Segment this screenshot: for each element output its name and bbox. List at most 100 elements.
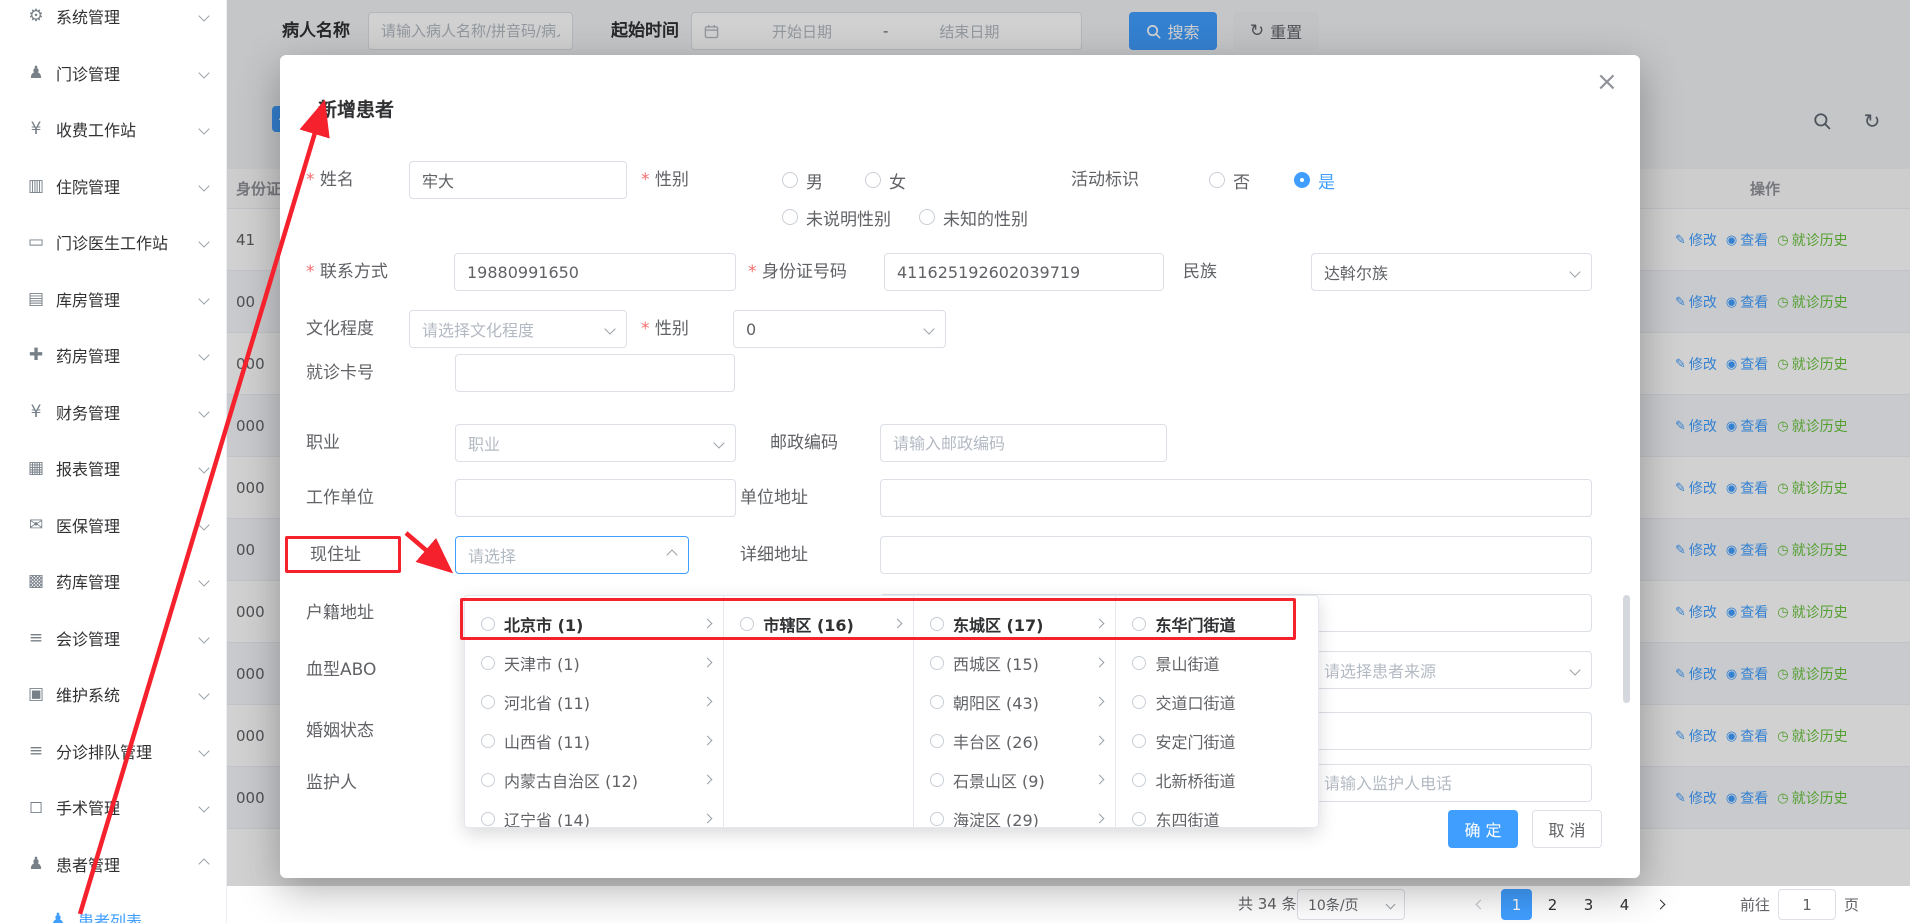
- page-button-3[interactable]: 3: [1573, 889, 1604, 920]
- gender-radio-male[interactable]: 男: [782, 168, 823, 193]
- sidebar-item-charging-workstation[interactable]: ¥收费工作站: [0, 101, 226, 158]
- gender-code-select[interactable]: 0: [733, 310, 946, 348]
- sidebar-item-patient-management[interactable]: ♟患者管理: [0, 836, 226, 893]
- chevron-down-icon: [198, 463, 209, 474]
- goto-page-input[interactable]: [1778, 889, 1836, 920]
- chevron-right-icon: [893, 619, 903, 629]
- radio-icon: [782, 209, 798, 225]
- cascader-option[interactable]: 河北省 (11): [465, 682, 723, 721]
- cascader-option[interactable]: 市辖区 (16): [724, 604, 913, 643]
- modal-scrollbar[interactable]: [1623, 595, 1630, 703]
- chevron-right-icon: [1095, 814, 1105, 824]
- sidebar-item-label: 住院管理: [56, 174, 200, 198]
- next-page-button[interactable]: [1645, 889, 1676, 920]
- sidebar-item-medical-insurance-management[interactable]: ✉医保管理: [0, 497, 226, 554]
- work-unit-input[interactable]: [455, 479, 736, 517]
- gender-code-label: 性别: [641, 310, 689, 348]
- cancel-button[interactable]: 取 消: [1532, 810, 1602, 848]
- sidebar-item-label: 门诊医生工作站: [56, 230, 200, 254]
- cascader-option[interactable]: 西城区 (15): [914, 643, 1116, 682]
- sidebar-item-inpatient-management[interactable]: ▥ 住院管理: [0, 158, 226, 215]
- sidebar-item-surgery-management[interactable]: ◻手术管理: [0, 779, 226, 836]
- sidebar-item-report-management[interactable]: ▦报表管理: [0, 440, 226, 497]
- gender-radio-female[interactable]: 女: [865, 168, 906, 193]
- chevron-down-icon: [198, 406, 209, 417]
- cascader-option[interactable]: 辽宁省 (14): [465, 799, 723, 827]
- gender-radio-unknown[interactable]: 未知的性别: [919, 205, 1028, 230]
- sidebar-item-maintenance-system[interactable]: ▣维护系统: [0, 666, 226, 723]
- sidebar-item-outpatient-management[interactable]: ♟门诊管理: [0, 45, 226, 102]
- occupation-select[interactable]: 职业: [455, 424, 736, 462]
- page-button-4[interactable]: 4: [1609, 889, 1640, 920]
- cascader-option[interactable]: 山西省 (11): [465, 721, 723, 760]
- add-patient-modal: 新增患者 × 姓名 性别 男 女 活动标识 否 是 未说明性别 未知的性别 联系…: [280, 55, 1640, 878]
- cascader-option[interactable]: 东华门街道: [1116, 604, 1318, 643]
- sidebar-item-pharmacy-management[interactable]: ✚药房管理: [0, 327, 226, 384]
- cascader-option[interactable]: 丰台区 (26): [914, 721, 1116, 760]
- detail-address-input[interactable]: [880, 536, 1592, 574]
- radio-icon: [930, 695, 944, 709]
- chevron-left-icon: [1476, 900, 1486, 910]
- name-input[interactable]: [409, 161, 627, 199]
- radio-icon: [930, 617, 944, 631]
- cascader-option[interactable]: 石景山区 (9): [914, 760, 1116, 799]
- active-flag-radio-no[interactable]: 否: [1209, 168, 1250, 193]
- cascader-option[interactable]: 内蒙古自治区 (12): [465, 760, 723, 799]
- mail-icon: ✉: [24, 515, 48, 535]
- cascader-option[interactable]: 天津市 (1): [465, 643, 723, 682]
- radio-icon: [740, 617, 754, 631]
- sidebar-item-warehouse-management[interactable]: ▤库房管理: [0, 271, 226, 328]
- postcode-input[interactable]: [880, 424, 1167, 462]
- cascader-option[interactable]: 海淀区 (29): [914, 799, 1116, 827]
- current-address-placeholder: 请选择: [468, 543, 668, 567]
- goto-label: 前往: [1740, 894, 1770, 915]
- current-address-cascader[interactable]: 请选择: [455, 536, 689, 574]
- sidebar-item-label: 收费工作站: [56, 117, 200, 141]
- chevron-right-icon: [1095, 697, 1105, 707]
- patient-source-select[interactable]: 请选择患者来源: [1311, 651, 1592, 689]
- page-size-value: 10条/页: [1308, 895, 1387, 915]
- radio-icon: [930, 773, 944, 787]
- guardian-phone-input[interactable]: [1311, 764, 1592, 802]
- sidebar-item-consultation-management[interactable]: ≡会诊管理: [0, 610, 226, 667]
- prev-page-button[interactable]: [1465, 889, 1496, 920]
- active-flag-radio-yes[interactable]: 是: [1294, 168, 1335, 193]
- cascader-option[interactable]: 北京市 (1): [465, 604, 723, 643]
- visit-card-input[interactable]: [455, 354, 735, 392]
- page-button-2[interactable]: 2: [1537, 889, 1568, 920]
- unit-address-input[interactable]: [880, 479, 1592, 517]
- nation-select[interactable]: 达斡尔族: [1311, 253, 1592, 291]
- sidebar-item-system-management[interactable]: ⚙系统管理: [0, 0, 226, 45]
- chevron-down-icon: [198, 689, 209, 700]
- id-number-input[interactable]: [884, 253, 1164, 291]
- cascader-option[interactable]: 东城区 (17): [914, 604, 1116, 643]
- goto-suffix: 页: [1844, 894, 1859, 915]
- sidebar-item-triage-queue-management[interactable]: ≡分诊排队管理: [0, 723, 226, 780]
- id-number-label: 身份证号码: [748, 253, 847, 291]
- confirm-button[interactable]: 确 定: [1448, 810, 1518, 848]
- close-button[interactable]: ×: [1596, 69, 1618, 95]
- total-count: 共 34 条: [1238, 886, 1297, 923]
- education-select[interactable]: 请选择文化程度: [409, 310, 627, 348]
- sidebar-item-drug-storage-management[interactable]: ▩药库管理: [0, 553, 226, 610]
- sidebar-item-label: 库房管理: [56, 287, 200, 311]
- chevron-right-icon: [1656, 900, 1666, 910]
- sidebar-item-patient-list[interactable]: ♟ 患者列表: [0, 892, 227, 923]
- sidebar-item-outpatient-doctor-workstation[interactable]: ▭门诊医生工作站: [0, 214, 226, 271]
- cascader-option[interactable]: 景山街道: [1116, 643, 1318, 682]
- page-size-select[interactable]: 10条/页: [1297, 889, 1405, 920]
- cascader-option[interactable]: 交道口街道: [1116, 682, 1318, 721]
- cascader-option[interactable]: 北新桥街道: [1116, 760, 1318, 799]
- cascader-option[interactable]: 东四街道: [1116, 799, 1318, 827]
- contact-input[interactable]: [454, 253, 736, 291]
- page-button-1[interactable]: 1: [1501, 889, 1532, 920]
- chevron-down-icon: [198, 67, 209, 78]
- chart-icon: ▥: [24, 176, 48, 196]
- cascader-option[interactable]: 安定门街道: [1116, 721, 1318, 760]
- sidebar-item-finance-management[interactable]: ¥财务管理: [0, 384, 226, 441]
- sidebar-item-label: 财务管理: [56, 400, 200, 424]
- cascader-option[interactable]: 朝阳区 (43): [914, 682, 1116, 721]
- sidebar-item-label: 维护系统: [56, 682, 200, 706]
- gear-icon: ⚙: [24, 6, 48, 26]
- gender-radio-unstated[interactable]: 未说明性别: [782, 205, 891, 230]
